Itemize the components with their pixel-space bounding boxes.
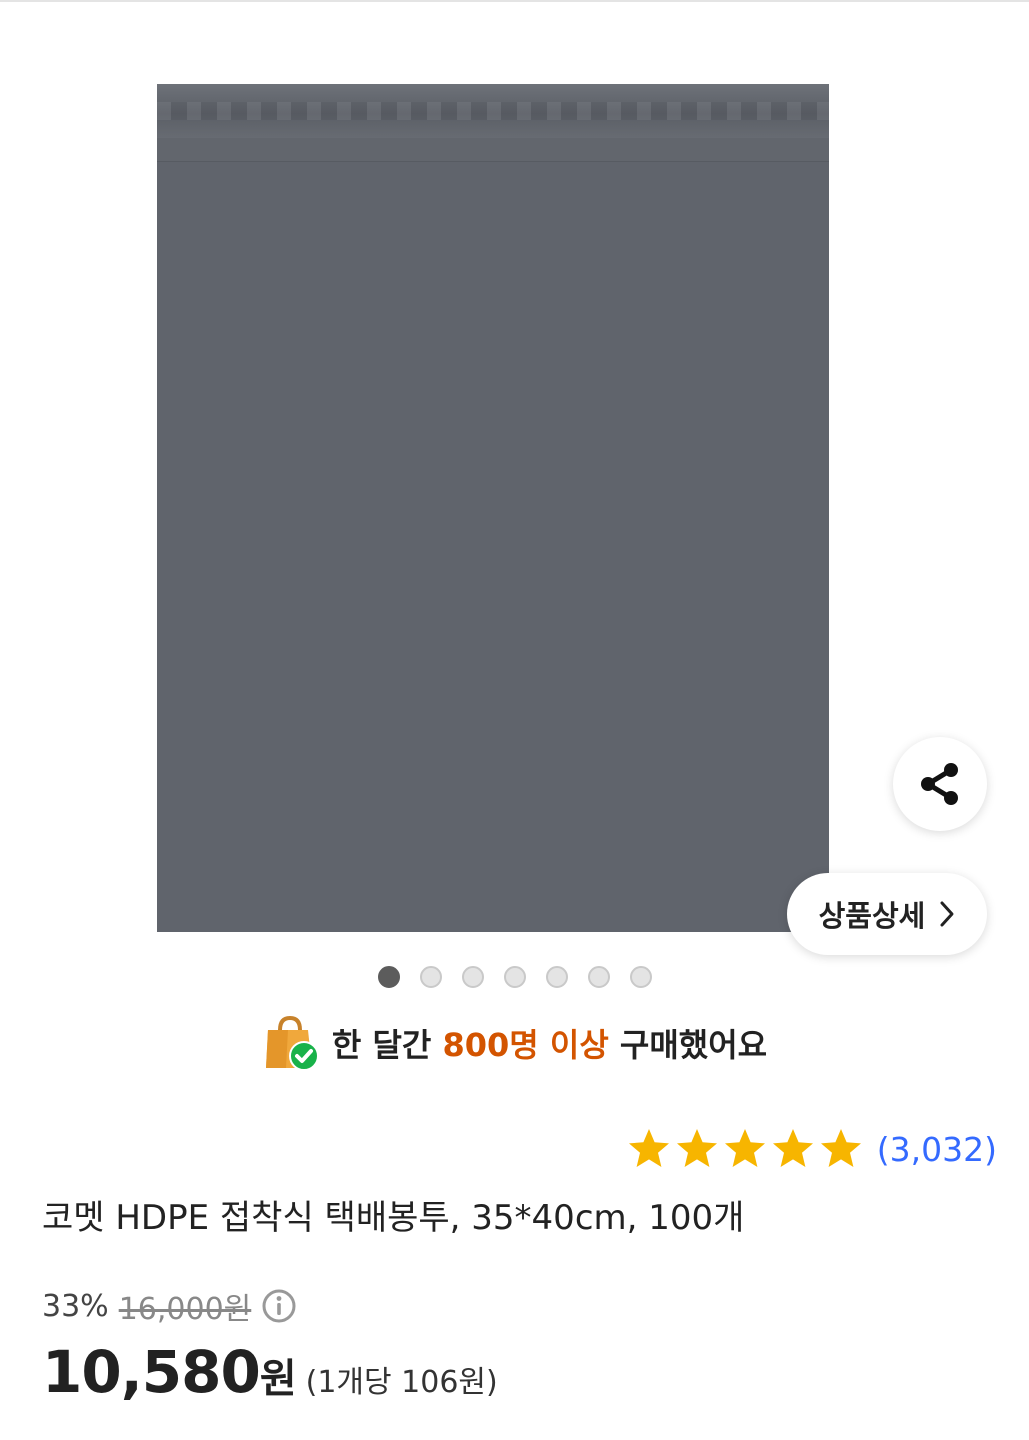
- product-page: 상품상세 한 달간 800명 이상 구매했어요 (3,032) 코멧 HDPE …: [0, 0, 1029, 1440]
- product-title: 코멧 HDPE 접착식 택배봉투, 35*40cm, 100개: [42, 1198, 745, 1238]
- bag-seam: [157, 138, 829, 162]
- gallery-dot[interactable]: [587, 966, 610, 988]
- discount-row: 33% 16,000원: [42, 1283, 297, 1329]
- gallery-dot[interactable]: [419, 966, 442, 988]
- share-button[interactable]: [893, 737, 987, 831]
- product-gallery[interactable]: [0, 2, 1029, 1002]
- purchase-suffix: 구매했어요: [619, 1026, 768, 1064]
- star-icon: [724, 1129, 765, 1167]
- gallery-dot[interactable]: [503, 966, 526, 988]
- chevron-right-icon: [940, 901, 954, 927]
- gallery-pagination[interactable]: [0, 966, 1029, 988]
- rating-summary[interactable]: (3,032): [627, 1122, 997, 1176]
- gallery-dot[interactable]: [545, 966, 568, 988]
- share-icon: [921, 763, 958, 805]
- star-icon: [820, 1129, 861, 1167]
- gallery-dot[interactable]: [629, 966, 652, 988]
- purchase-count-text: 한 달간 800명 이상 구매했어요: [332, 1020, 767, 1066]
- star-icon: [628, 1129, 669, 1167]
- sale-price-amount: 10,580: [42, 1338, 261, 1406]
- bag-adhesive-flap: [157, 84, 829, 138]
- purchase-count-badge: 한 달간 800명 이상 구매했어요: [0, 1012, 1029, 1074]
- product-detail-label: 상품상세: [818, 899, 926, 933]
- star-icon: [676, 1129, 717, 1167]
- purchase-prefix: 한 달간: [331, 1026, 432, 1064]
- review-count[interactable]: (3,032): [877, 1130, 997, 1169]
- price-row: 10,580원 (1개당 106원): [42, 1338, 498, 1408]
- unit-price: (1개당 106원): [305, 1365, 498, 1400]
- gallery-dot[interactable]: [377, 966, 400, 988]
- info-icon[interactable]: [261, 1288, 297, 1324]
- purchase-highlight: 800명 이상: [442, 1026, 609, 1064]
- sale-price-currency: 원: [259, 1356, 297, 1402]
- sale-price: 10,580원: [42, 1338, 297, 1406]
- star-icon: [772, 1129, 813, 1167]
- star-rating: [627, 1127, 863, 1171]
- product-image[interactable]: [157, 84, 829, 932]
- shopping-bag-check-icon: [265, 1015, 319, 1071]
- original-price: 16,000원: [118, 1292, 252, 1327]
- gallery-dot[interactable]: [461, 966, 484, 988]
- discount-rate: 33%: [42, 1288, 109, 1324]
- product-detail-button[interactable]: 상품상세: [787, 873, 987, 955]
